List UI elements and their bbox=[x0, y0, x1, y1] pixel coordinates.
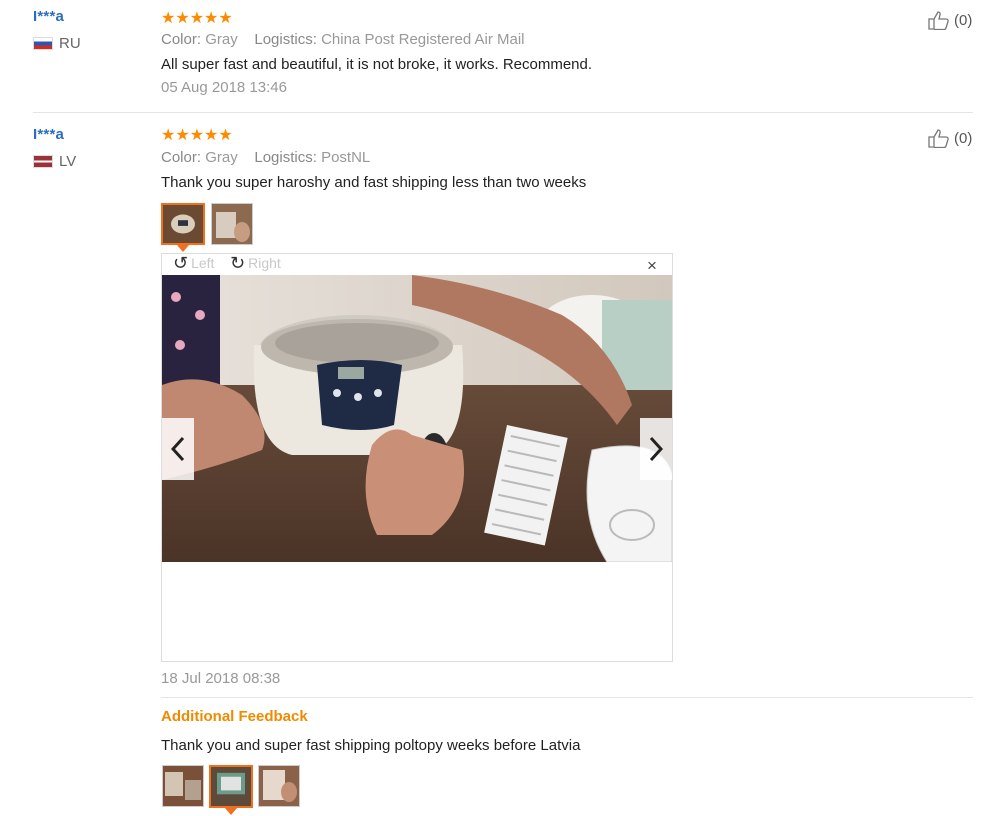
close-viewer-button[interactable]: × bbox=[647, 256, 657, 276]
next-photo-button[interactable] bbox=[640, 418, 672, 480]
logistics-label: Logistics: bbox=[254, 149, 317, 166]
chevron-left-icon bbox=[171, 436, 185, 462]
color-label: Color: bbox=[161, 31, 202, 48]
helpful-button[interactable]: (0) bbox=[928, 128, 972, 148]
thumbs-up-icon bbox=[928, 11, 949, 30]
rotate-right-button[interactable]: ↻ Right bbox=[230, 254, 281, 272]
review-photo-thumbnail[interactable] bbox=[258, 765, 300, 807]
additional-divider bbox=[161, 697, 973, 698]
review-divider bbox=[33, 112, 973, 113]
review-date: 05 Aug 2018 13:46 bbox=[161, 79, 287, 96]
rating-stars: ★★★★★ bbox=[161, 10, 233, 27]
color-label: Color: bbox=[161, 149, 202, 166]
reviewer-name[interactable]: I***a bbox=[33, 8, 64, 25]
photo-image bbox=[211, 767, 251, 806]
logistics-value: PostNL bbox=[321, 149, 371, 166]
photo-image bbox=[162, 275, 672, 562]
review-photo-thumbnail[interactable] bbox=[211, 203, 253, 245]
thumbs-up-icon bbox=[928, 129, 949, 148]
photo-image bbox=[259, 766, 299, 806]
rotate-right-label: Right bbox=[248, 255, 281, 271]
review-photo-large bbox=[162, 275, 672, 562]
country-code: LV bbox=[59, 153, 77, 170]
flag-ru-icon bbox=[33, 37, 53, 50]
logistics-label: Logistics: bbox=[254, 31, 317, 48]
review-date: 18 Jul 2018 08:38 bbox=[161, 670, 281, 687]
reviewer-name[interactable]: I***a bbox=[33, 126, 64, 143]
helpful-count: (0) bbox=[954, 129, 973, 147]
rotate-left-icon: ↺ bbox=[173, 253, 189, 273]
review-photo-thumbnail[interactable] bbox=[161, 203, 205, 245]
chevron-right-icon bbox=[649, 436, 663, 462]
active-thumb-caret bbox=[225, 808, 237, 815]
color-value: Gray bbox=[205, 149, 238, 166]
photo-image bbox=[163, 766, 203, 806]
additional-feedback-title: Additional Feedback bbox=[161, 708, 308, 725]
previous-photo-button[interactable] bbox=[162, 418, 194, 480]
reviewer-country: LV bbox=[33, 153, 76, 170]
review-photo-thumbnail[interactable] bbox=[162, 765, 204, 807]
rotate-right-icon: ↻ bbox=[230, 253, 246, 273]
photo-image bbox=[212, 204, 252, 244]
reviewer-country: RU bbox=[33, 35, 81, 52]
country-code: RU bbox=[59, 35, 81, 52]
rotate-left-button[interactable]: ↺ Left bbox=[173, 254, 214, 272]
review-meta: Color: Gray Logistics: China Post Regist… bbox=[161, 31, 525, 48]
helpful-button[interactable]: (0) bbox=[928, 10, 972, 30]
additional-feedback-text: Thank you and super fast shipping poltop… bbox=[161, 737, 581, 754]
review-photo-thumbnail[interactable] bbox=[209, 765, 253, 808]
color-value: Gray bbox=[205, 31, 238, 48]
active-thumb-caret bbox=[177, 245, 189, 252]
helpful-count: (0) bbox=[954, 11, 973, 29]
review-text: All super fast and beautiful, it is not … bbox=[161, 56, 593, 73]
review-meta: Color: Gray Logistics: PostNL bbox=[161, 149, 370, 166]
review-text: Thank you super haroshy and fast shippin… bbox=[161, 174, 587, 191]
flag-lv-icon bbox=[33, 155, 53, 168]
rating-stars: ★★★★★ bbox=[161, 127, 233, 144]
photo-image bbox=[163, 205, 203, 243]
rotate-left-label: Left bbox=[191, 255, 215, 271]
logistics-value: China Post Registered Air Mail bbox=[321, 31, 525, 48]
